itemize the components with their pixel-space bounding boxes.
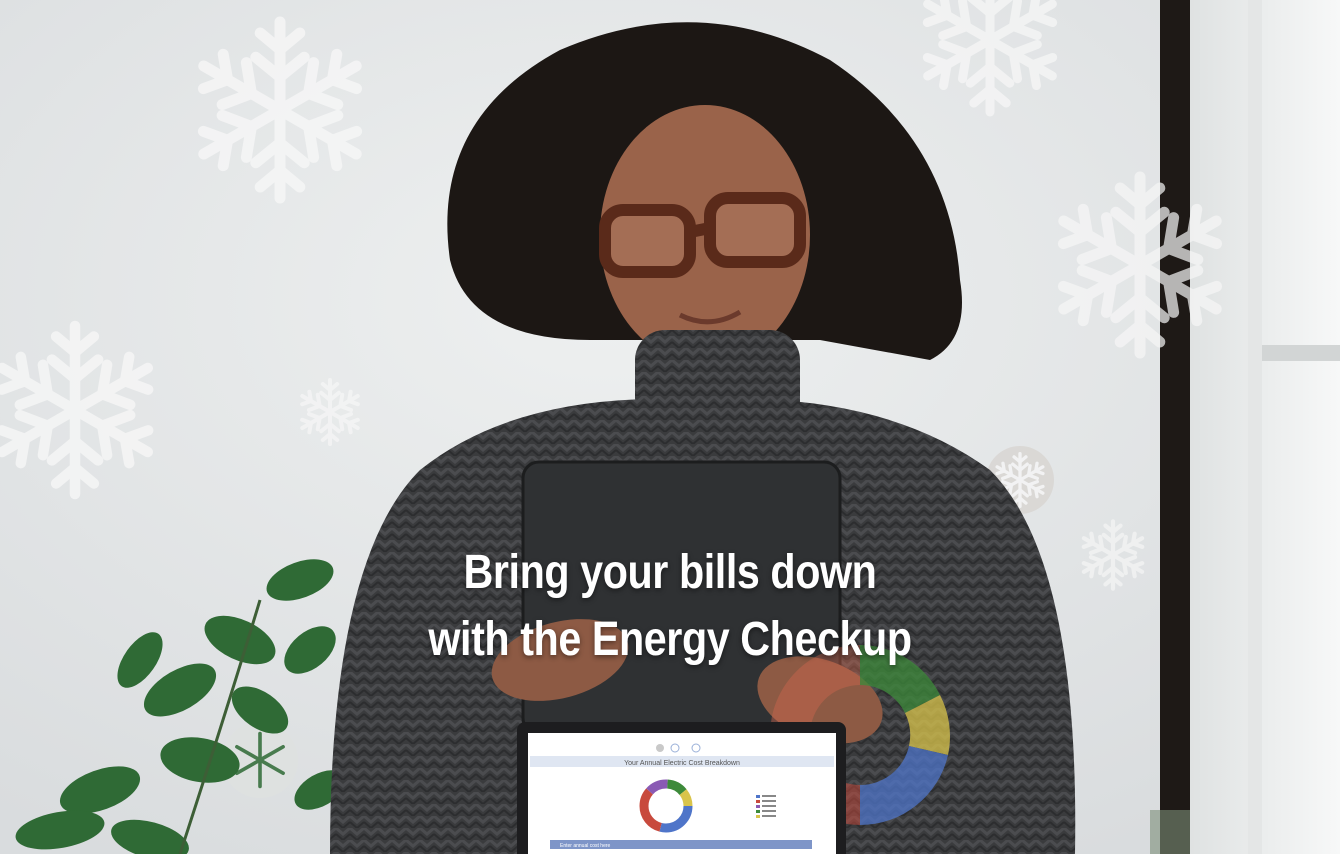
hero-image: Your Annual Electric Cost Breakdown Ente… [0,0,1340,854]
laptop: Your Annual Electric Cost Breakdown Ente… [517,722,846,854]
headline-line-1: Bring your bills down [463,546,877,599]
laptop-bottom-bar: Enter annual cost here [560,843,611,849]
headline-line-2: with the Energy Checkup [428,613,912,666]
laptop-screen-title: Your Annual Electric Cost Breakdown [624,760,740,767]
window-panel [1190,0,1340,854]
window-frame [1160,0,1190,854]
